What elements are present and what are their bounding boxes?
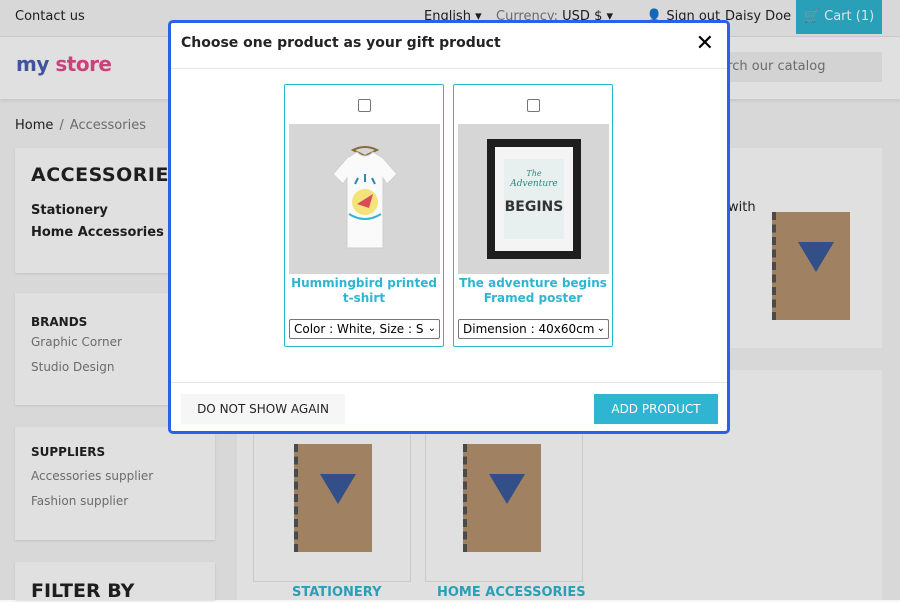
product-image-poster: The Adventure BEGINS [458,124,609,274]
gift-product-checkbox[interactable] [527,99,540,112]
divider [171,68,727,69]
chevron-down-icon: ⌄ [596,323,605,334]
poster-inner: The Adventure BEGINS [495,147,573,251]
gift-product-checkbox[interactable] [358,99,371,112]
chevron-down-icon: ⌄ [427,323,436,334]
gift-product-name[interactable]: The adventure begins Framed poster [456,276,610,306]
gift-product-name[interactable]: Hummingbird printed t-shirt [287,276,441,306]
select-value: Color : White, Size : S [294,322,424,336]
poster-frame: The Adventure BEGINS [487,139,581,259]
poster-text-the: The [526,169,542,178]
select-value: Dimension : 40x60cm [463,322,595,336]
divider [171,382,727,383]
gift-product-card[interactable]: Hummingbird printed t-shirt Color : Whit… [284,84,444,347]
gift-product-card[interactable]: The Adventure BEGINS The adventure begin… [453,84,613,347]
gift-product-modal: Choose one product as your gift product … [168,20,730,434]
gift-product-variant-select[interactable]: Color : White, Size : S ⌄ [289,319,440,339]
poster-text-begins: BEGINS [504,199,564,215]
modal-title: Choose one product as your gift product [181,35,501,51]
poster-mat: The Adventure BEGINS [504,159,564,239]
product-image-tshirt [289,124,440,274]
tshirt-illustration [332,146,398,249]
gift-product-variant-select[interactable]: Dimension : 40x60cm ⌄ [458,319,609,339]
poster-text-adventure: Adventure [510,179,558,189]
add-product-button[interactable]: ADD PRODUCT [594,394,718,424]
close-icon[interactable]: ✕ [696,31,714,56]
do-not-show-again-button[interactable]: DO NOT SHOW AGAIN [181,394,345,424]
